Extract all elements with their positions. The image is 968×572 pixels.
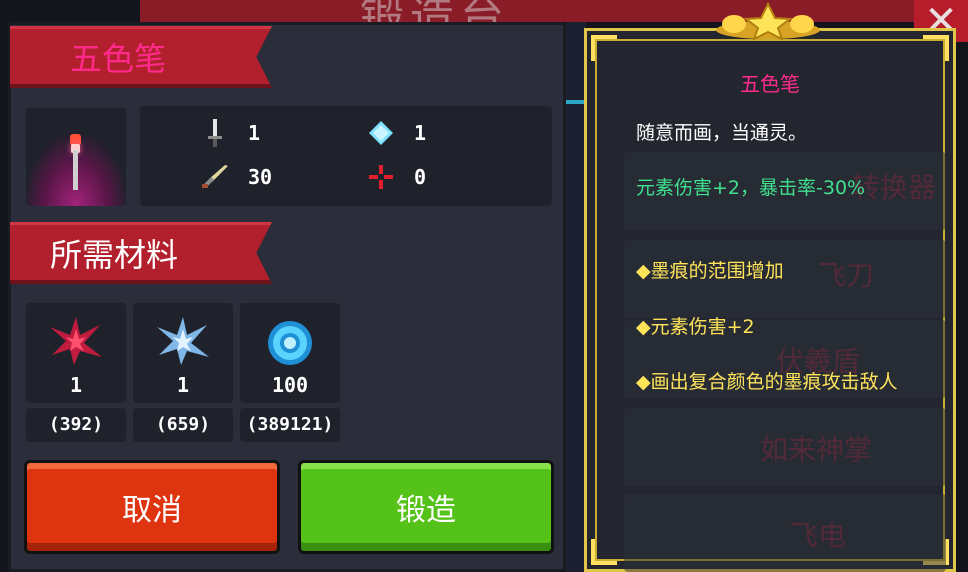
background-header	[140, 0, 968, 22]
cancel-button[interactable]: 取消	[24, 460, 280, 554]
material-owned: (389121)	[240, 408, 340, 442]
blue-shard-icon	[157, 317, 209, 365]
materials-header: 所需材料	[50, 235, 179, 274]
detail-effect: 元素伤害+2，暴击率-30%	[636, 177, 866, 199]
crosshair-icon	[366, 162, 396, 192]
materials-banner: 所需材料	[10, 222, 272, 284]
stat-accuracy: 0	[366, 162, 426, 192]
stat-crit: 30	[200, 162, 272, 192]
item-preview	[26, 108, 126, 206]
material-required: 100	[271, 373, 309, 397]
trait-text: ◆元素伤害+2	[636, 316, 755, 338]
frame-corner	[923, 35, 949, 61]
item-name: 五色笔	[70, 39, 167, 78]
sword-icon	[200, 118, 230, 148]
frame-corner	[591, 35, 617, 61]
stat-accuracy-value: 0	[414, 165, 427, 189]
list-item: 如来神掌	[760, 433, 873, 466]
red-shard-icon	[50, 317, 102, 365]
gem-coin-icon	[268, 321, 312, 365]
detail-description: 随意而画，当通灵。	[636, 122, 808, 144]
material-slot[interactable]: 1	[133, 303, 233, 403]
brush-icon	[73, 150, 78, 190]
material-required: 1	[176, 373, 190, 397]
item-name-banner: 五色笔	[10, 26, 272, 88]
diamond-icon	[366, 118, 396, 148]
background-accent	[566, 100, 586, 104]
background-strip	[566, 22, 586, 572]
material-slot[interactable]: 100	[240, 303, 340, 403]
stat-attack: 1	[200, 118, 260, 148]
dagger-icon	[200, 162, 230, 192]
detail-title: 五色笔	[740, 72, 800, 96]
stat-attack-value: 1	[248, 121, 261, 145]
stat-energy-value: 1	[414, 121, 427, 145]
stat-crit-value: 30	[248, 165, 273, 189]
crown-icon	[716, 2, 820, 40]
trait-text: ◆墨痕的范围增加	[636, 260, 784, 282]
material-slot[interactable]: 1	[26, 303, 126, 403]
forge-button[interactable]: 锻造	[298, 460, 554, 554]
material-owned: (392)	[26, 408, 126, 442]
trait-text: ◆画出复合颜色的墨痕攻击敌人	[636, 371, 898, 393]
list-row	[624, 494, 946, 572]
frame-corner	[591, 539, 617, 565]
material-owned: (659)	[133, 408, 233, 442]
list-item: 飞电	[790, 519, 847, 552]
material-required: 1	[69, 373, 83, 397]
stat-energy: 1	[366, 118, 426, 148]
